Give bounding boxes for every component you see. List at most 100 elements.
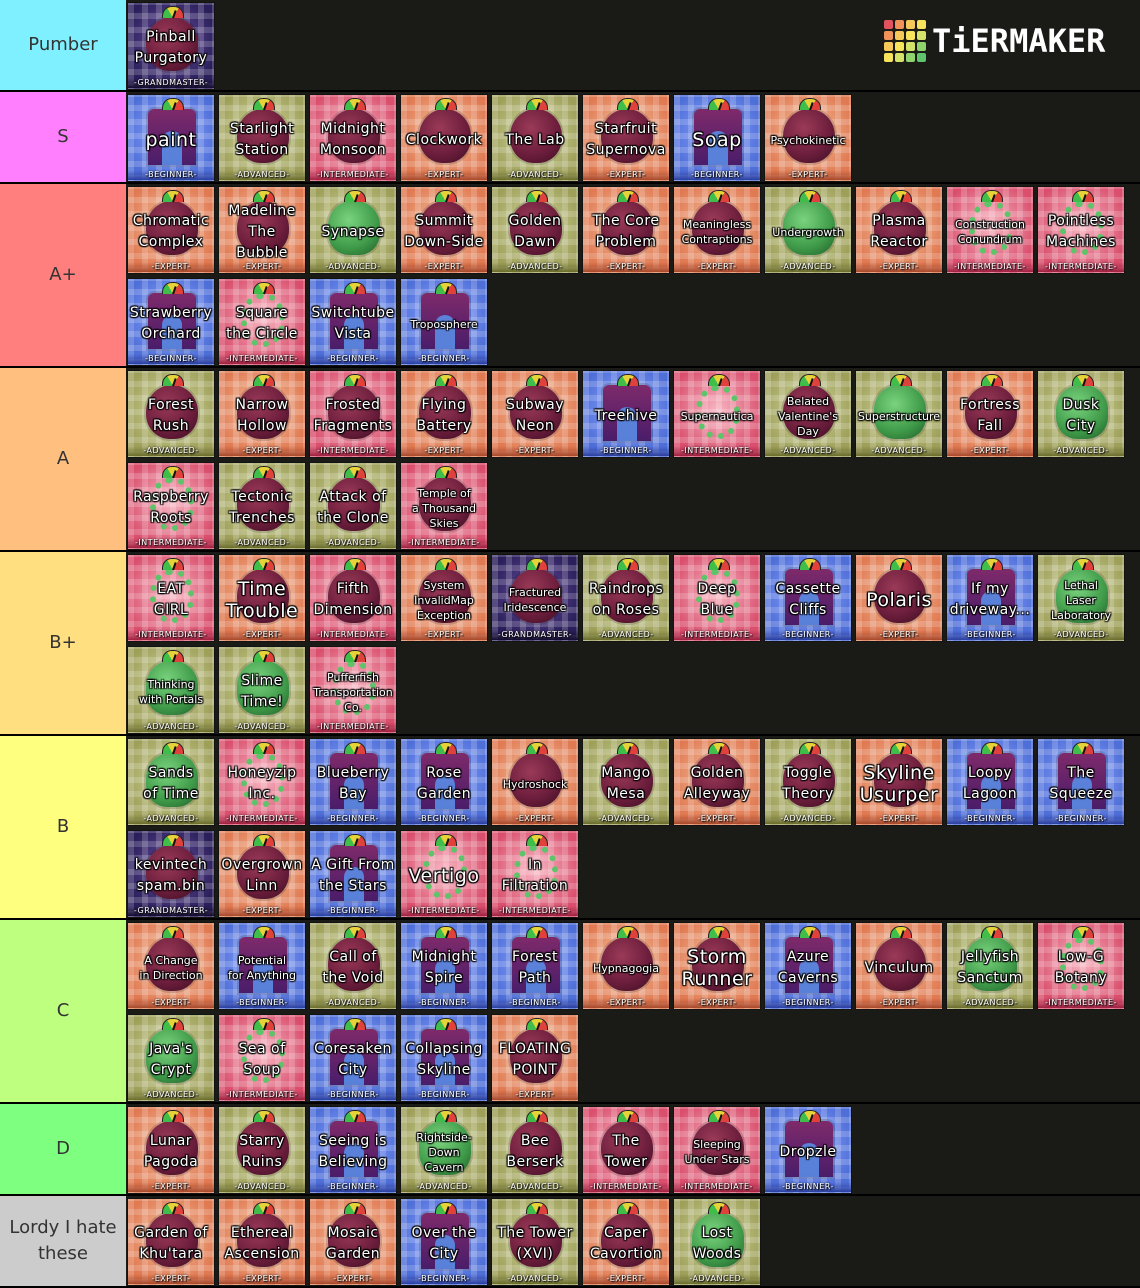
level-tile[interactable]: Treehive -BEGINNER- [582, 370, 670, 458]
level-tile[interactable]: Starlight Station -ADVANCED- [218, 94, 306, 182]
level-tile[interactable]: The Lab -ADVANCED- [491, 94, 579, 182]
level-tile[interactable]: Midnight Spire -BEGINNER- [400, 922, 488, 1010]
level-tile[interactable]: Pointless Machines -INTERMEDIATE- [1037, 186, 1125, 274]
level-tile[interactable]: Midnight Monsoon -INTERMEDIATE- [309, 94, 397, 182]
level-tile[interactable]: Deep Blue -INTERMEDIATE- [673, 554, 761, 642]
level-tile[interactable]: Soap -BEGINNER- [673, 94, 761, 182]
level-tile[interactable]: Loopy Lagoon -BEGINNER- [946, 738, 1034, 826]
level-tile[interactable]: Sea of Soup -INTERMEDIATE- [218, 1014, 306, 1102]
level-tile[interactable]: Troposphere -BEGINNER- [400, 278, 488, 366]
level-tile[interactable]: Collapsing Skyline -BEGINNER- [400, 1014, 488, 1102]
level-tile[interactable]: Java's Crypt -ADVANCED- [127, 1014, 215, 1102]
level-tile[interactable]: Cassette Cliffs -BEGINNER- [764, 554, 852, 642]
level-tile[interactable]: Overgrown Linn -EXPERT- [218, 830, 306, 918]
level-tile[interactable]: In Filtration -INTERMEDIATE- [491, 830, 579, 918]
level-tile[interactable]: Fifth Dimension -INTERMEDIATE- [309, 554, 397, 642]
level-tile[interactable]: Vertigo -INTERMEDIATE- [400, 830, 488, 918]
level-tile[interactable]: The Tower -INTERMEDIATE- [582, 1106, 670, 1194]
level-tile[interactable]: A Gift From the Stars -BEGINNER- [309, 830, 397, 918]
level-tile[interactable]: Fortress Fall -EXPERT- [946, 370, 1034, 458]
level-tile[interactable]: Skyline Usurper -EXPERT- [855, 738, 943, 826]
tier-label[interactable]: Lordy I hate these [0, 1196, 126, 1286]
tier-label[interactable]: Pumber [0, 0, 126, 90]
level-tile[interactable]: Temple of a Thousand Skies -INTERMEDIATE- [400, 462, 488, 550]
tier-label[interactable]: A [0, 368, 126, 550]
level-tile[interactable]: The Core Problem -EXPERT- [582, 186, 670, 274]
level-tile[interactable]: Dropzle -BEGINNER- [764, 1106, 852, 1194]
level-tile[interactable]: Supernautica -INTERMEDIATE- [673, 370, 761, 458]
level-tile[interactable]: Tectonic Trenches -ADVANCED- [218, 462, 306, 550]
level-tile[interactable]: Summit Down-Side -EXPERT- [400, 186, 488, 274]
tier-label[interactable]: C [0, 920, 126, 1102]
level-tile[interactable]: Forest Path -BEGINNER- [491, 922, 579, 1010]
level-tile[interactable]: Lunar Pagoda -EXPERT- [127, 1106, 215, 1194]
level-tile[interactable]: Ethereal Ascension -EXPERT- [218, 1198, 306, 1286]
level-tile[interactable]: Sleeping Under Stars -INTERMEDIATE- [673, 1106, 761, 1194]
level-tile[interactable]: EAT GIRL -INTERMEDIATE- [127, 554, 215, 642]
level-tile[interactable]: Rightside-Down Cavern -ADVANCED- [400, 1106, 488, 1194]
level-tile[interactable]: System InvalidMap Exception -EXPERT- [400, 554, 488, 642]
level-tile[interactable]: Over the City -BEGINNER- [400, 1198, 488, 1286]
level-tile[interactable]: Toggle Theory -ADVANCED- [764, 738, 852, 826]
level-tile[interactable]: Bee Berserk -ADVANCED- [491, 1106, 579, 1194]
level-tile[interactable]: Seeing is Believing -BEGINNER- [309, 1106, 397, 1194]
level-tile[interactable]: The Squeeze -BEGINNER- [1037, 738, 1125, 826]
level-tile[interactable]: Storm Runner -EXPERT- [673, 922, 761, 1010]
level-tile[interactable]: Mosaic Garden -EXPERT- [309, 1198, 397, 1286]
level-tile[interactable]: FLOATING POINT -EXPERT- [491, 1014, 579, 1102]
level-tile[interactable]: Rose Garden -BEGINNER- [400, 738, 488, 826]
level-tile[interactable]: Psychokinetic -EXPERT- [764, 94, 852, 182]
level-tile[interactable]: Low-G Botany -INTERMEDIATE- [1037, 922, 1125, 1010]
level-tile[interactable]: Construction Conundrum -INTERMEDIATE- [946, 186, 1034, 274]
level-tile[interactable]: Frosted Fragments -INTERMEDIATE- [309, 370, 397, 458]
level-tile[interactable]: The Tower (XVI) -ADVANCED- [491, 1198, 579, 1286]
level-tile[interactable]: Raspberry Roots -INTERMEDIATE- [127, 462, 215, 550]
level-tile[interactable]: Flying Battery -EXPERT- [400, 370, 488, 458]
level-tile[interactable]: Belated Valentine's Day -ADVANCED- [764, 370, 852, 458]
level-tile[interactable]: If my driveway... -BEGINNER- [946, 554, 1034, 642]
level-tile[interactable]: A Change in Direction -EXPERT- [127, 922, 215, 1010]
level-tile[interactable]: Starry Ruins -ADVANCED- [218, 1106, 306, 1194]
level-tile[interactable]: Garden of Khu'tara -EXPERT- [127, 1198, 215, 1286]
level-tile[interactable]: Chromatic Complex -EXPERT- [127, 186, 215, 274]
level-tile[interactable]: Lethal Laser Laboratory -ADVANCED- [1037, 554, 1125, 642]
level-tile[interactable]: Caper Cavortion -EXPERT- [582, 1198, 670, 1286]
level-tile[interactable]: Hypnagogia -EXPERT- [582, 922, 670, 1010]
level-tile[interactable]: Blueberry Bay -BEGINNER- [309, 738, 397, 826]
level-tile[interactable]: Mango Mesa -ADVANCED- [582, 738, 670, 826]
level-tile[interactable]: Madeline The Bubble -EXPERT- [218, 186, 306, 274]
tier-label[interactable]: A+ [0, 184, 126, 366]
level-tile[interactable]: Superstructure -ADVANCED- [855, 370, 943, 458]
level-tile[interactable]: Golden Dawn -ADVANCED- [491, 186, 579, 274]
level-tile[interactable]: Switchtube Vista -BEGINNER- [309, 278, 397, 366]
tier-label[interactable]: D [0, 1104, 126, 1194]
level-tile[interactable]: Azure Caverns -BEGINNER- [764, 922, 852, 1010]
level-tile[interactable]: Jellyfish Sanctum -ADVANCED- [946, 922, 1034, 1010]
level-tile[interactable]: Subway Neon -EXPERT- [491, 370, 579, 458]
tier-label[interactable]: S [0, 92, 126, 182]
level-tile[interactable]: Raindrops on Roses -ADVANCED- [582, 554, 670, 642]
level-tile[interactable]: Time Trouble -EXPERT- [218, 554, 306, 642]
level-tile[interactable]: Attack of the Clone -ADVANCED- [309, 462, 397, 550]
level-tile[interactable]: Pufferfish Transportation Co. -INTERMEDIA… [309, 646, 397, 734]
level-tile[interactable]: paint -BEGINNER- [127, 94, 215, 182]
level-tile[interactable]: Golden Alleyway -EXPERT- [673, 738, 761, 826]
level-tile[interactable]: Starfruit Supernova -EXPERT- [582, 94, 670, 182]
level-tile[interactable]: Hydroshock -EXPERT- [491, 738, 579, 826]
level-tile[interactable]: Polaris -EXPERT- [855, 554, 943, 642]
level-tile[interactable]: Potential for Anything -BEGINNER- [218, 922, 306, 1010]
level-tile[interactable]: Coresaken City -BEGINNER- [309, 1014, 397, 1102]
tier-label[interactable]: B [0, 736, 126, 918]
level-tile[interactable]: Pinball Purgatory -GRANDMASTER- [127, 2, 215, 90]
level-tile[interactable]: Dusk City -ADVANCED- [1037, 370, 1125, 458]
level-tile[interactable]: Undergrowth -ADVANCED- [764, 186, 852, 274]
level-tile[interactable]: Synapse -ADVANCED- [309, 186, 397, 274]
level-tile[interactable]: Square the Circle -INTERMEDIATE- [218, 278, 306, 366]
level-tile[interactable]: Thinking with Portals -ADVANCED- [127, 646, 215, 734]
level-tile[interactable]: Slime Time! -ADVANCED- [218, 646, 306, 734]
level-tile[interactable]: Strawberry Orchard -BEGINNER- [127, 278, 215, 366]
level-tile[interactable]: Vinculum -EXPERT- [855, 922, 943, 1010]
level-tile[interactable]: kevintech spam.bin -GRANDMASTER- [127, 830, 215, 918]
level-tile[interactable]: Honeyzip Inc. -INTERMEDIATE- [218, 738, 306, 826]
level-tile[interactable]: Forest Rush -ADVANCED- [127, 370, 215, 458]
